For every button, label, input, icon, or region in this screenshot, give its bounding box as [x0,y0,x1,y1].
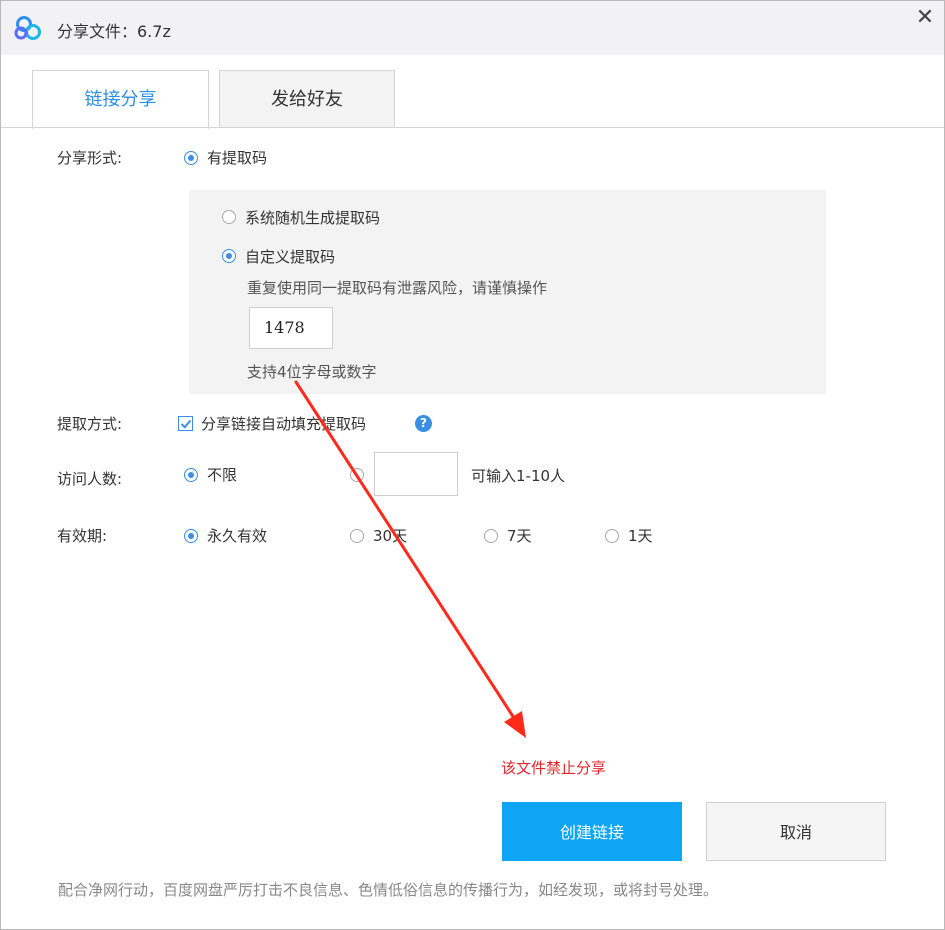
annotation-arrow [294,380,526,738]
